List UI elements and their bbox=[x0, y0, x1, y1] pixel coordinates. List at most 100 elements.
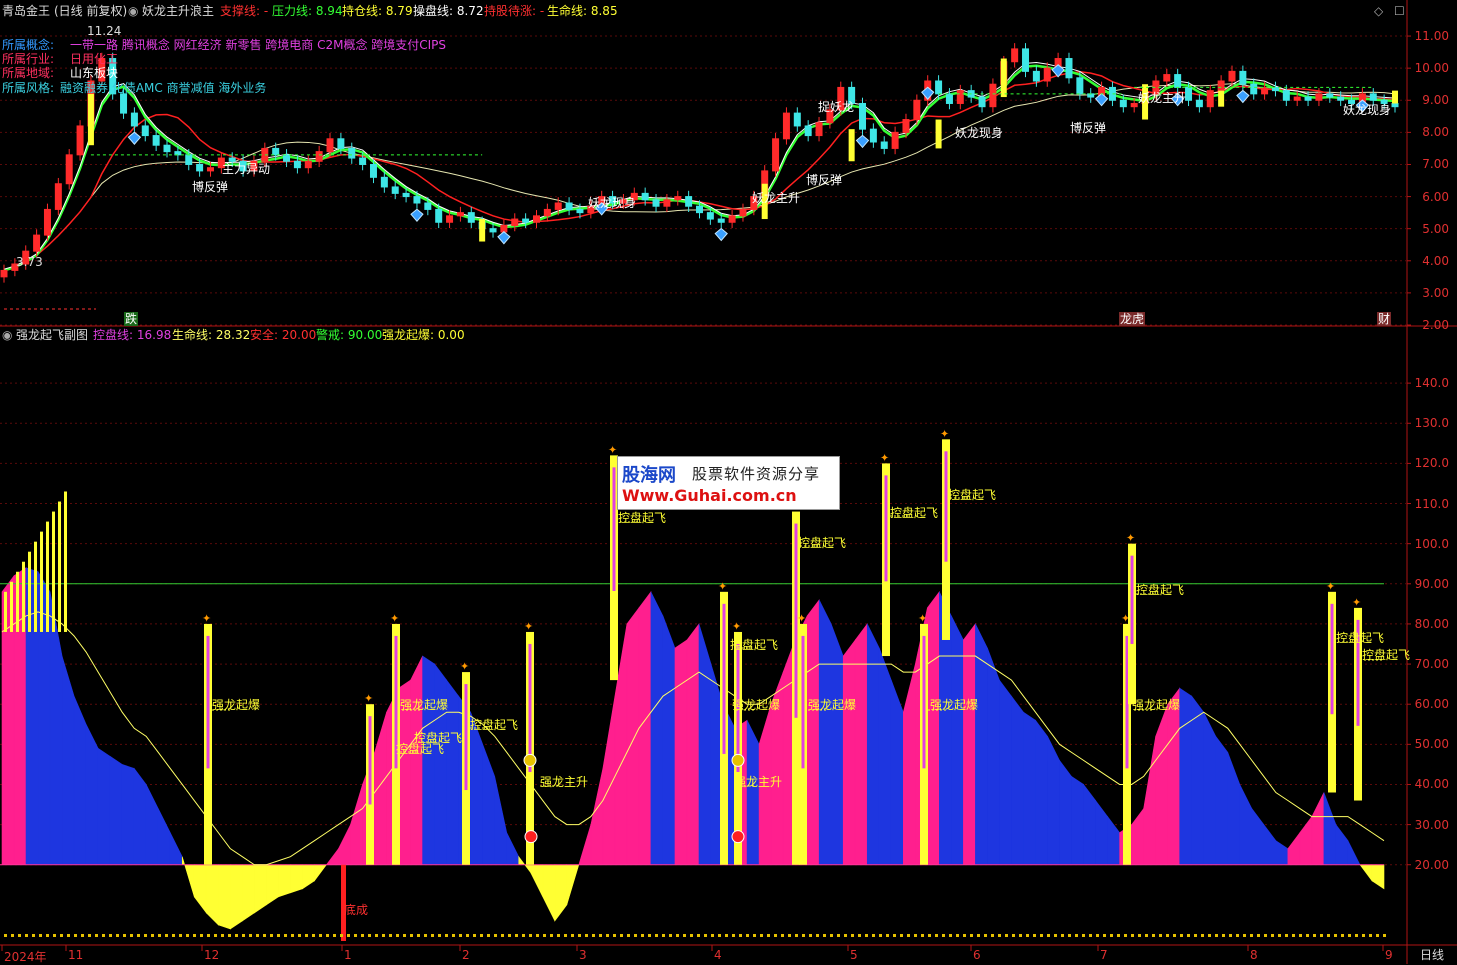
volume-dot bbox=[900, 934, 903, 937]
volume-dot bbox=[1089, 934, 1092, 937]
volume-dot bbox=[1264, 934, 1267, 937]
early-spike bbox=[64, 491, 67, 632]
volume-dot bbox=[641, 934, 644, 937]
style-value: 融资融券 化债AMC 商誉减值 海外业务 bbox=[60, 81, 267, 95]
main-rise-label-1: 强龙主升 bbox=[540, 775, 589, 789]
control-area bbox=[1059, 759, 1072, 866]
dragon-tiger-marker[interactable]: 龙虎 bbox=[1119, 312, 1146, 326]
indicator-name[interactable]: 妖龙主升浪主 bbox=[142, 4, 214, 18]
sub-control-line: 控盘线: 16.98 bbox=[93, 328, 172, 342]
volume-dot bbox=[1369, 934, 1372, 937]
yaolong-rise-label-2: 妖龙主升 bbox=[1138, 91, 1187, 105]
candle-body bbox=[717, 218, 725, 223]
volume-dot bbox=[886, 934, 889, 937]
volume-dot bbox=[81, 934, 84, 937]
volume-dot bbox=[207, 934, 210, 937]
volume-dot bbox=[753, 934, 756, 937]
control-area bbox=[987, 647, 1000, 866]
candle-body bbox=[1228, 70, 1236, 82]
volume-dot bbox=[1327, 934, 1330, 937]
butterfly-icon: ✦ bbox=[364, 692, 373, 705]
volume-dot bbox=[1075, 934, 1078, 937]
volume-dot bbox=[1341, 934, 1344, 937]
volume-dot bbox=[585, 934, 588, 937]
signal-block bbox=[1392, 90, 1398, 104]
date-tick-label: 12 bbox=[204, 948, 220, 962]
osc-tick-label: 90.00 bbox=[1414, 576, 1449, 591]
volume-dot bbox=[319, 934, 322, 937]
volume-dot bbox=[291, 934, 294, 937]
price-mode[interactable]: (日线 前复权) bbox=[54, 4, 127, 18]
sub-indicator-name[interactable]: 强龙起飞副图 bbox=[16, 328, 88, 342]
volume-dot bbox=[1243, 934, 1246, 937]
takeoff-label-6: 控盘起飞 bbox=[798, 536, 847, 550]
yaolong-rise-label: 妖龙主升 bbox=[752, 191, 801, 205]
candle-body bbox=[1217, 80, 1225, 92]
volume-dot bbox=[704, 934, 707, 937]
volume-dot bbox=[389, 934, 392, 937]
volume-dot bbox=[830, 934, 833, 937]
candle-body bbox=[1369, 93, 1377, 101]
takeoff-label-10: 控盘起飞 bbox=[1336, 631, 1385, 645]
signal-core bbox=[612, 467, 616, 591]
volume-dot bbox=[431, 934, 434, 937]
volume-dot bbox=[1096, 934, 1099, 937]
volume-dot bbox=[172, 934, 175, 937]
volume-dot bbox=[690, 934, 693, 937]
hold-line-value: 持仓线: 8.79 bbox=[342, 4, 413, 18]
fall-marker[interactable]: 跌 bbox=[124, 312, 139, 326]
volume-dot bbox=[1019, 934, 1022, 937]
candle-body bbox=[369, 163, 377, 178]
price-tick-label: 4.00 bbox=[1422, 253, 1449, 268]
candle-body bbox=[196, 163, 204, 172]
volume-dot bbox=[221, 934, 224, 937]
date-tick-label: 2 bbox=[462, 948, 470, 962]
volume-dot bbox=[1313, 934, 1316, 937]
early-spike bbox=[22, 561, 25, 632]
restore-icon[interactable]: ◇ bbox=[1374, 4, 1383, 18]
close-icon[interactable]: ☐ bbox=[1394, 4, 1405, 18]
volume-dot bbox=[788, 934, 791, 937]
burst-label-6: 强龙起爆 bbox=[1132, 698, 1181, 712]
settings-icon[interactable]: ◉ bbox=[128, 4, 138, 18]
sub-settings-icon[interactable]: ◉ bbox=[2, 328, 12, 342]
finance-marker[interactable]: 财 bbox=[1377, 312, 1392, 326]
control-area bbox=[73, 696, 87, 866]
volume-dot bbox=[1383, 934, 1386, 937]
volume-dot bbox=[991, 934, 994, 937]
volume-dot bbox=[984, 934, 987, 937]
candle-body bbox=[706, 212, 714, 220]
osc-tick-label: 120.0 bbox=[1414, 456, 1449, 471]
candle-body bbox=[337, 138, 345, 149]
candle-body bbox=[43, 208, 51, 236]
main-move-label: 主力异动 bbox=[222, 162, 271, 176]
date-tick-label: 9 bbox=[1385, 948, 1393, 962]
candle-body bbox=[391, 186, 399, 194]
coin-icon bbox=[731, 753, 745, 767]
volume-dot bbox=[284, 934, 287, 937]
signal-core bbox=[1330, 603, 1334, 715]
period-label[interactable]: 日线 bbox=[1420, 948, 1444, 962]
coin-icon bbox=[523, 753, 537, 767]
volume-dot bbox=[872, 934, 875, 937]
candle-body bbox=[1293, 96, 1301, 101]
volume-dot bbox=[718, 934, 721, 937]
candle-body bbox=[978, 96, 986, 108]
volume-dot bbox=[445, 934, 448, 937]
signal-block bbox=[87, 93, 94, 146]
volume-dot bbox=[109, 934, 112, 937]
volume-dot bbox=[1040, 934, 1043, 937]
support-line-value: 支撑线: - bbox=[220, 4, 269, 18]
volume-dot bbox=[858, 934, 861, 937]
volume-dot bbox=[1068, 934, 1071, 937]
candle-body bbox=[272, 147, 280, 156]
volume-dot bbox=[963, 934, 966, 937]
volume-dot bbox=[1166, 934, 1169, 937]
control-area bbox=[1071, 775, 1084, 866]
control-area bbox=[963, 623, 976, 866]
volume-dot bbox=[312, 934, 315, 937]
volume-dot bbox=[298, 934, 301, 937]
yaolong-appear-label-3: 妖龙现身 bbox=[1343, 103, 1392, 117]
early-spike bbox=[28, 551, 31, 632]
candle-body bbox=[543, 208, 551, 217]
